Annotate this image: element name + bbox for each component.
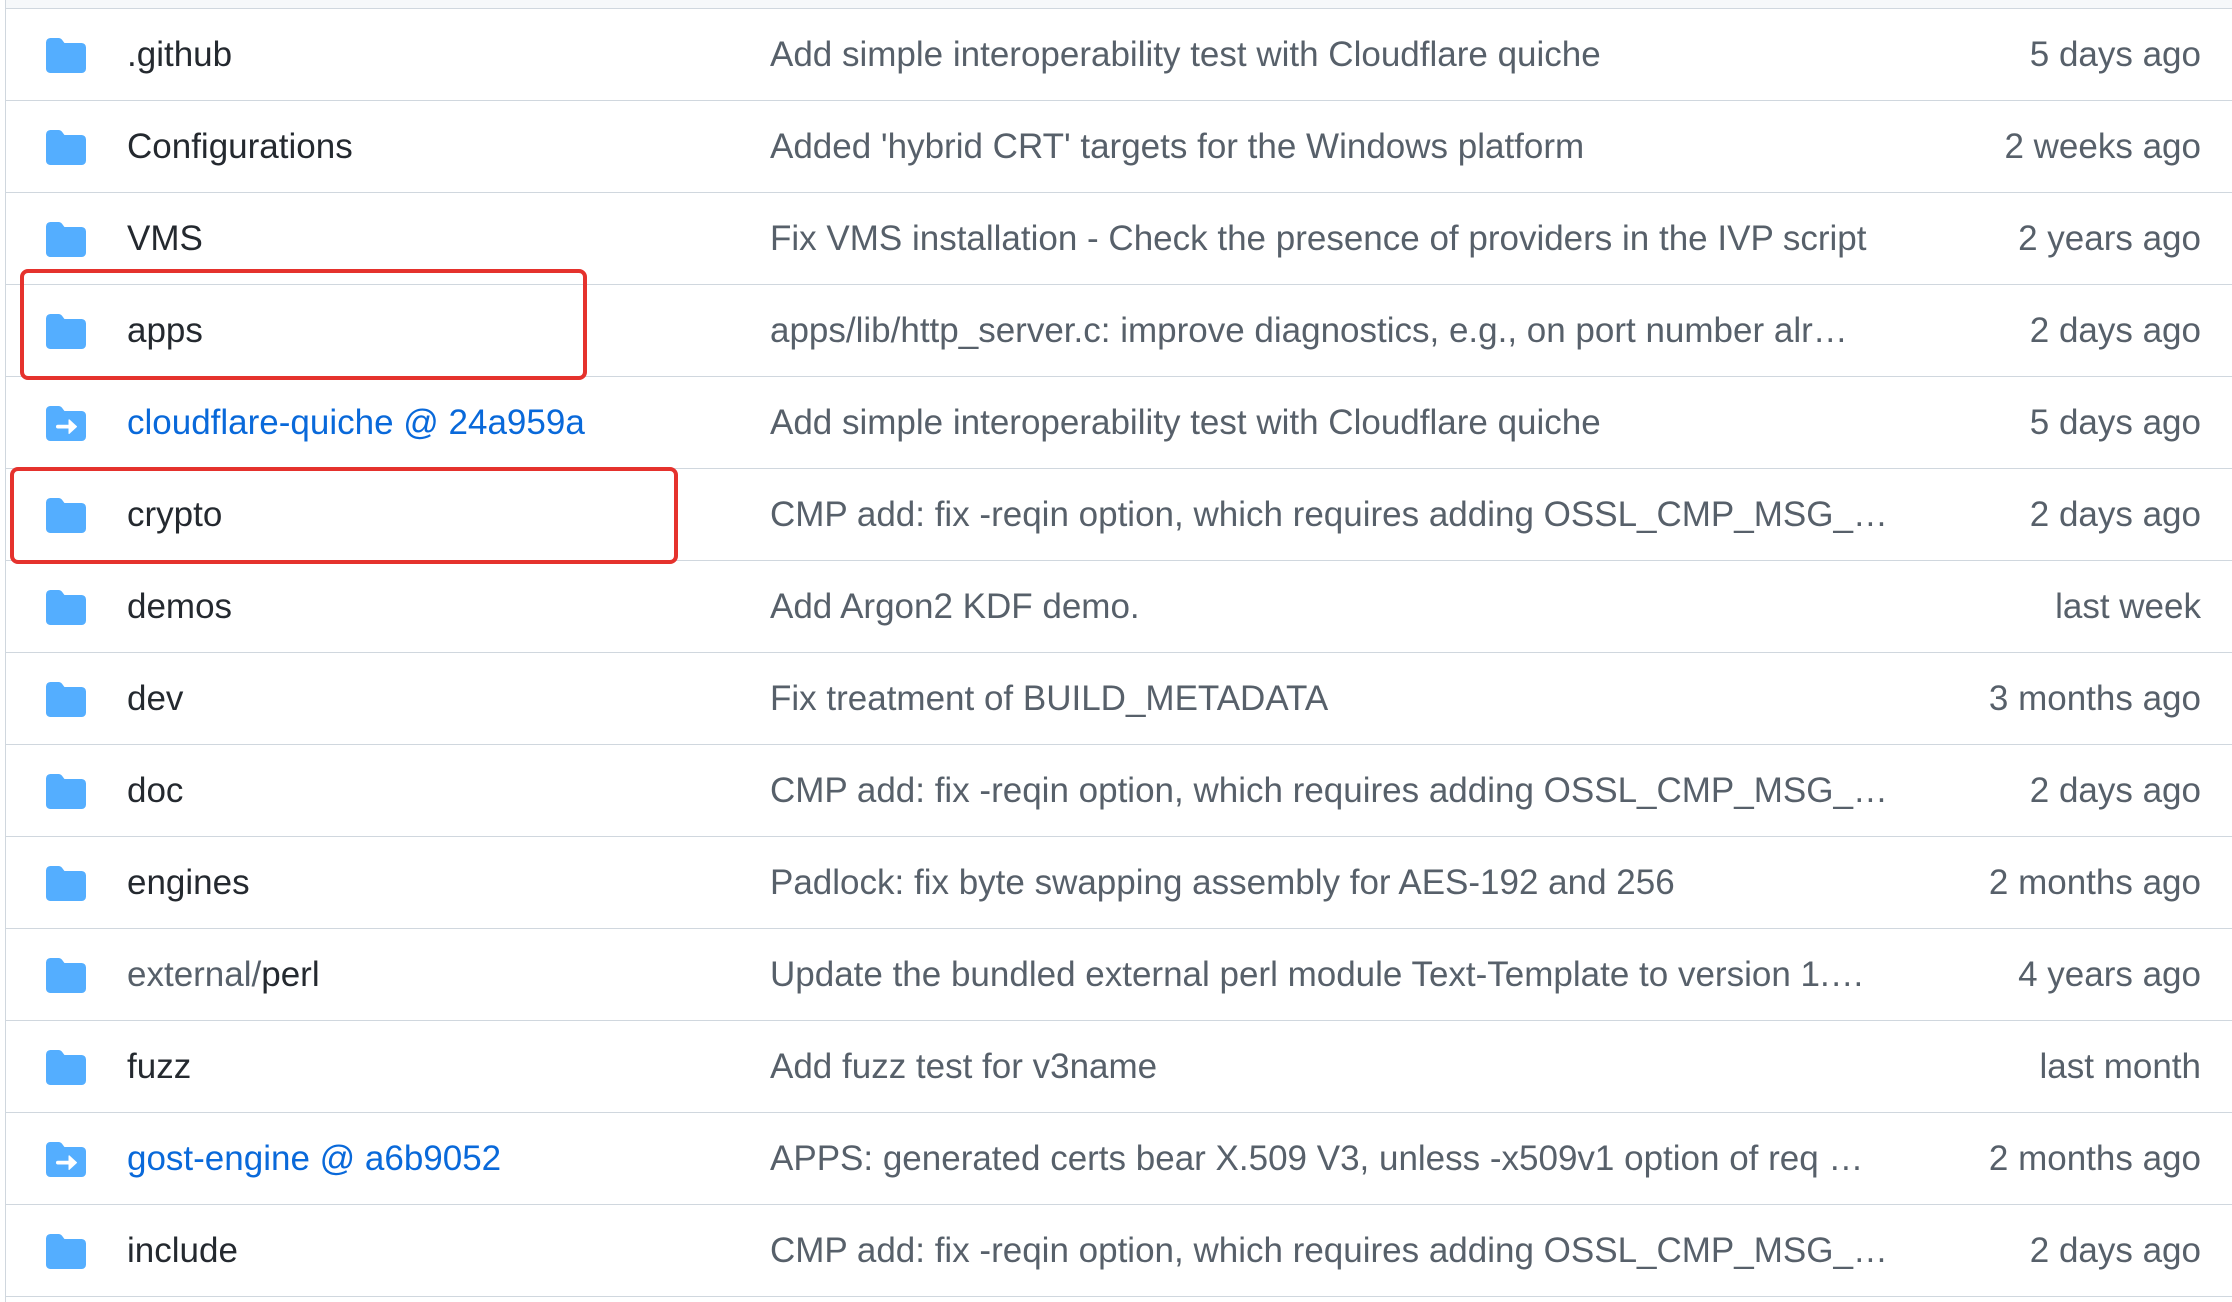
dir-link-dev[interactable]: dev: [127, 653, 757, 744]
commit-message-configurations[interactable]: Added 'hybrid CRT' targets for the Windo…: [770, 101, 1950, 192]
commit-age-configurations: 2 weeks ago: [2004, 127, 2201, 166]
commit-age-apps: 2 days ago: [2029, 311, 2201, 350]
folder-icon: [46, 774, 86, 809]
dir-link-fuzz[interactable]: fuzz: [127, 1021, 757, 1112]
dir-link-engines[interactable]: engines: [127, 837, 757, 928]
row-configurations: Configurations Added 'hybrid CRT' target…: [6, 101, 2232, 193]
folder-icon: [46, 38, 86, 73]
file-list: .github Add simple interoperability test…: [6, 8, 2232, 1297]
folder-icon: [46, 866, 86, 901]
submodule-icon: [46, 406, 86, 441]
dir-link-github[interactable]: .github: [127, 9, 757, 100]
commit-age-crypto: 2 days ago: [2029, 495, 2201, 534]
commit-age-doc: 2 days ago: [2029, 771, 2201, 810]
row-demos: demos Add Argon2 KDF demo. last week: [6, 561, 2232, 653]
commit-age-cloudflare-quiche: 5 days ago: [2029, 403, 2201, 442]
commit-age-github: 5 days ago: [2029, 35, 2201, 74]
commit-message-external-perl[interactable]: Update the bundled external perl module …: [770, 929, 1950, 1020]
commit-age-gost-engine: 2 months ago: [1988, 1139, 2201, 1178]
commit-age-demos: last week: [2055, 587, 2201, 626]
folder-icon: [46, 682, 86, 717]
dir-link-include[interactable]: include: [127, 1205, 757, 1296]
dir-name: perl: [261, 955, 320, 994]
folder-icon: [46, 314, 86, 349]
latest-commit-header: [6, 0, 2232, 8]
folder-icon: [46, 222, 86, 257]
folder-icon: [46, 1050, 86, 1085]
commit-message-crypto[interactable]: CMP add: fix -reqin option, which requir…: [770, 469, 1950, 560]
folder-icon: [46, 498, 86, 533]
submodule-icon: [46, 1142, 86, 1177]
dir-link-crypto[interactable]: crypto: [127, 469, 757, 560]
file-browser-table: .github Add simple interoperability test…: [5, 0, 2232, 1302]
dir-link-external-perl[interactable]: external/perl: [127, 929, 757, 1020]
row-vms: VMS Fix VMS installation - Check the pre…: [6, 193, 2232, 285]
row-fuzz: fuzz Add fuzz test for v3name last month: [6, 1021, 2232, 1113]
commit-age-include: 2 days ago: [2029, 1231, 2201, 1270]
commit-message-apps[interactable]: apps/lib/http_server.c: improve diagnost…: [770, 285, 1950, 376]
row-cloudflare-quiche: cloudflare-quiche @ 24a959a Add simple i…: [6, 377, 2232, 469]
folder-icon: [46, 1234, 86, 1269]
path-prefix: external/: [127, 955, 262, 994]
commit-message-cloudflare-quiche[interactable]: Add simple interoperability test with Cl…: [770, 377, 1950, 468]
commit-message-dev[interactable]: Fix treatment of BUILD_METADATA: [770, 653, 1950, 744]
commit-message-github[interactable]: Add simple interoperability test with Cl…: [770, 9, 1950, 100]
commit-message-engines[interactable]: Padlock: fix byte swapping assembly for …: [770, 837, 1950, 928]
row-github: .github Add simple interoperability test…: [6, 9, 2232, 101]
row-doc: doc CMP add: fix -reqin option, which re…: [6, 745, 2232, 837]
commit-message-include[interactable]: CMP add: fix -reqin option, which requir…: [770, 1205, 1950, 1296]
dir-link-apps[interactable]: apps: [127, 285, 757, 376]
submodule-link-cloudflare-quiche[interactable]: cloudflare-quiche @ 24a959a: [127, 377, 757, 468]
row-engines: engines Padlock: fix byte swapping assem…: [6, 837, 2232, 929]
folder-icon: [46, 590, 86, 625]
row-external-perl: external/perl Update the bundled externa…: [6, 929, 2232, 1021]
submodule-link-gost-engine[interactable]: gost-engine @ a6b9052: [127, 1113, 757, 1204]
commit-age-fuzz: last month: [2039, 1047, 2201, 1086]
commit-message-demos[interactable]: Add Argon2 KDF demo.: [770, 561, 1950, 652]
commit-age-dev: 3 months ago: [1988, 679, 2201, 718]
dir-link-demos[interactable]: demos: [127, 561, 757, 652]
commit-age-external-perl: 4 years ago: [2018, 955, 2201, 994]
dir-link-vms[interactable]: VMS: [127, 193, 757, 284]
commit-message-vms[interactable]: Fix VMS installation - Check the presenc…: [770, 193, 1950, 284]
commit-message-doc[interactable]: CMP add: fix -reqin option, which requir…: [770, 745, 1950, 836]
dir-link-configurations[interactable]: Configurations: [127, 101, 757, 192]
folder-icon: [46, 958, 86, 993]
folder-icon: [46, 130, 86, 165]
commit-message-gost-engine[interactable]: APPS: generated certs bear X.509 V3, unl…: [770, 1113, 1950, 1204]
row-gost-engine: gost-engine @ a6b9052 APPS: generated ce…: [6, 1113, 2232, 1205]
row-crypto: crypto CMP add: fix -reqin option, which…: [6, 469, 2232, 561]
dir-link-doc[interactable]: doc: [127, 745, 757, 836]
row-include: include CMP add: fix -reqin option, whic…: [6, 1205, 2232, 1297]
row-dev: dev Fix treatment of BUILD_METADATA 3 mo…: [6, 653, 2232, 745]
commit-message-fuzz[interactable]: Add fuzz test for v3name: [770, 1021, 1950, 1112]
commit-age-vms: 2 years ago: [2018, 219, 2201, 258]
row-apps: apps apps/lib/http_server.c: improve dia…: [6, 285, 2232, 377]
commit-age-engines: 2 months ago: [1988, 863, 2201, 902]
